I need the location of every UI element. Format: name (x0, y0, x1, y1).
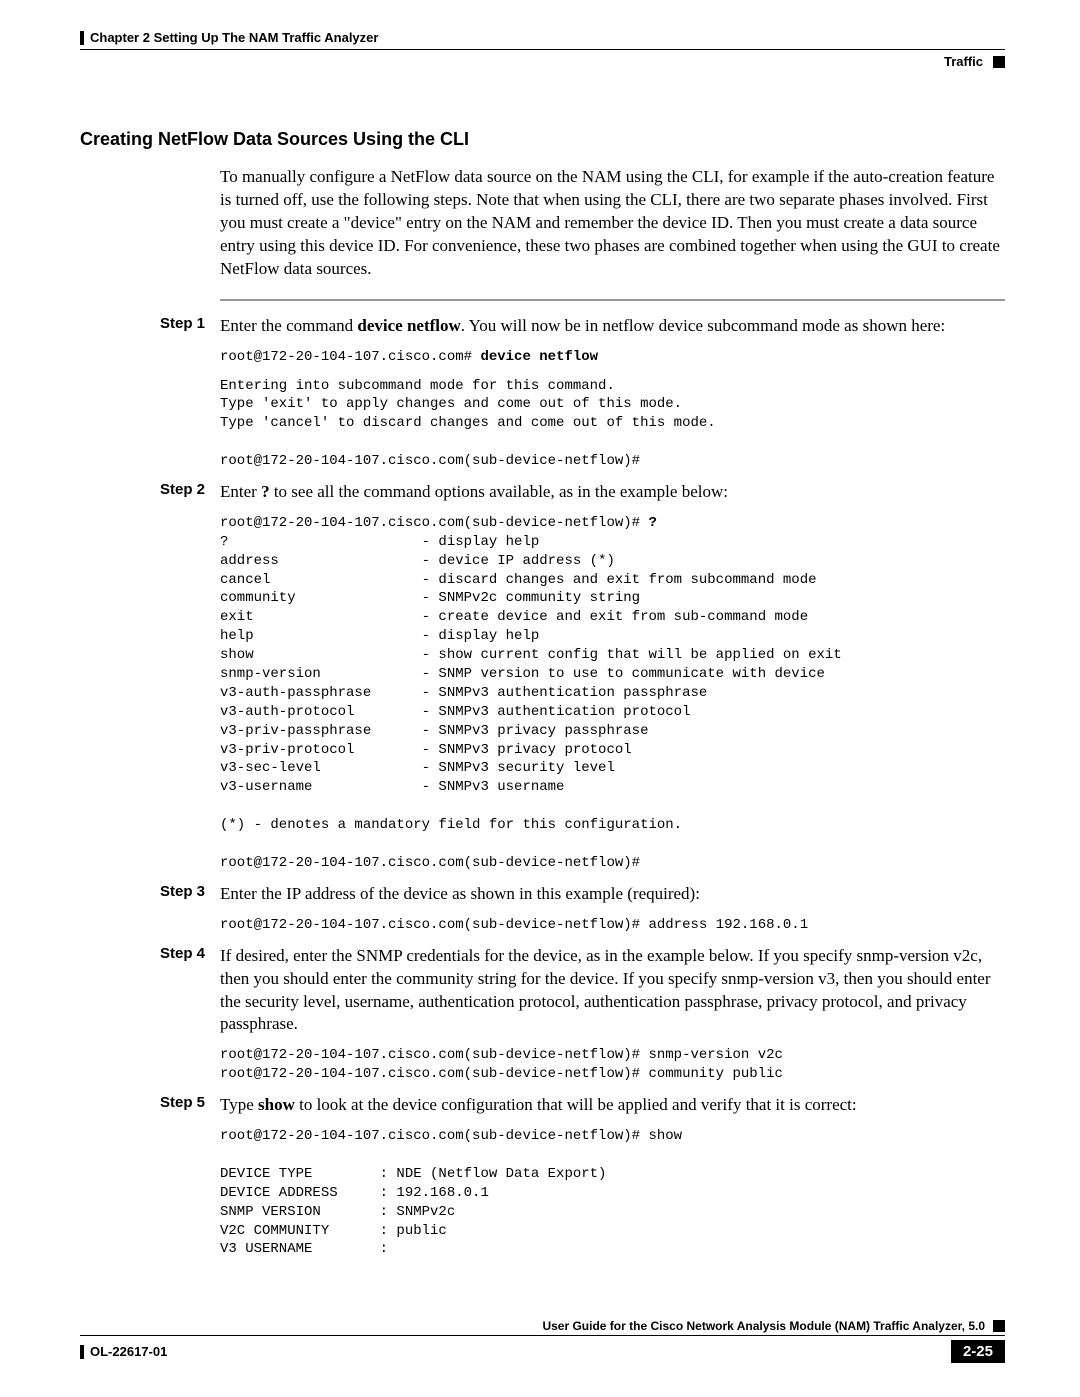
step-label: Step 2 (80, 481, 220, 504)
step-separator (220, 299, 1005, 301)
doc-id-text: OL-22617-01 (90, 1344, 167, 1359)
cli-output: root@172-20-104-107.cisco.com(sub-device… (220, 1046, 1005, 1084)
step-1: Step 1 Enter the command device netflow.… (80, 315, 1005, 338)
footer: User Guide for the Cisco Network Analysi… (80, 1319, 1005, 1363)
command-name: device netflow (357, 316, 460, 335)
cli-output: root@172-20-104-107.cisco.com(sub-device… (220, 916, 1005, 935)
step-label: Step 5 (80, 1094, 220, 1117)
subheader: Traffic (80, 54, 1005, 69)
footer-divider (80, 1335, 1005, 1336)
step-text-a: Enter (220, 482, 261, 501)
step-label: Step 1 (80, 315, 220, 338)
step-5: Step 5 Type show to look at the device c… (80, 1094, 1005, 1117)
footer-doc-id: OL-22617-01 (80, 1344, 167, 1359)
step-text: Enter the IP address of the device as sh… (220, 883, 1005, 906)
cli-prompt: root@172-20-104-107.cisco.com# (220, 349, 480, 365)
step-3: Step 3 Enter the IP address of the devic… (80, 883, 1005, 906)
footer-bottom: OL-22617-01 2-25 (80, 1340, 1005, 1363)
footer-square-icon (993, 1320, 1005, 1332)
step-label: Step 4 (80, 945, 220, 1037)
footer-guide-row: User Guide for the Cisco Network Analysi… (80, 1319, 1005, 1333)
step-text: If desired, enter the SNMP credentials f… (220, 945, 1005, 1037)
step-text: Enter the command device netflow. You wi… (220, 315, 1005, 338)
section-title: Creating NetFlow Data Sources Using the … (80, 129, 1005, 150)
cli-command: ? (648, 515, 656, 531)
cli-body: ? - display help address - device IP add… (220, 534, 842, 871)
step-text-a: Enter the command (220, 316, 357, 335)
step-2: Step 2 Enter ? to see all the command op… (80, 481, 1005, 504)
step-text: Type show to look at the device configur… (220, 1094, 1005, 1117)
cli-output: root@172-20-104-107.cisco.com# device ne… (220, 348, 1005, 367)
cli-output: root@172-20-104-107.cisco.com(sub-device… (220, 514, 1005, 873)
cli-output: root@172-20-104-107.cisco.com(sub-device… (220, 1127, 1005, 1259)
section-square-icon (993, 56, 1005, 68)
step-text: Enter ? to see all the command options a… (220, 481, 1005, 504)
chapter-label: Chapter 2 Setting Up The NAM Traffic Ana… (90, 30, 378, 45)
cli-prompt: root@172-20-104-107.cisco.com(sub-device… (220, 515, 648, 531)
header-rule-icon (80, 31, 84, 45)
step-4: Step 4 If desired, enter the SNMP creden… (80, 945, 1005, 1037)
footer-rule-icon (80, 1345, 84, 1359)
step-text-b: . You will now be in netflow device subc… (461, 316, 945, 335)
header-divider (80, 49, 1005, 50)
cli-command: device netflow (480, 349, 598, 365)
page: Chapter 2 Setting Up The NAM Traffic Ana… (0, 0, 1080, 1397)
step-text-b: to look at the device configuration that… (295, 1095, 857, 1114)
step-label: Step 3 (80, 883, 220, 906)
cli-output: Entering into subcommand mode for this c… (220, 377, 1005, 471)
command-name: ? (261, 482, 270, 501)
intro-paragraph: To manually configure a NetFlow data sou… (220, 166, 1005, 281)
command-name: show (258, 1095, 295, 1114)
page-number: 2-25 (951, 1340, 1005, 1363)
step-text-a: Type (220, 1095, 258, 1114)
step-text-b: to see all the command options available… (270, 482, 728, 501)
footer-guide-title: User Guide for the Cisco Network Analysi… (542, 1319, 985, 1333)
running-header: Chapter 2 Setting Up The NAM Traffic Ana… (80, 30, 1005, 45)
section-label: Traffic (944, 54, 983, 69)
